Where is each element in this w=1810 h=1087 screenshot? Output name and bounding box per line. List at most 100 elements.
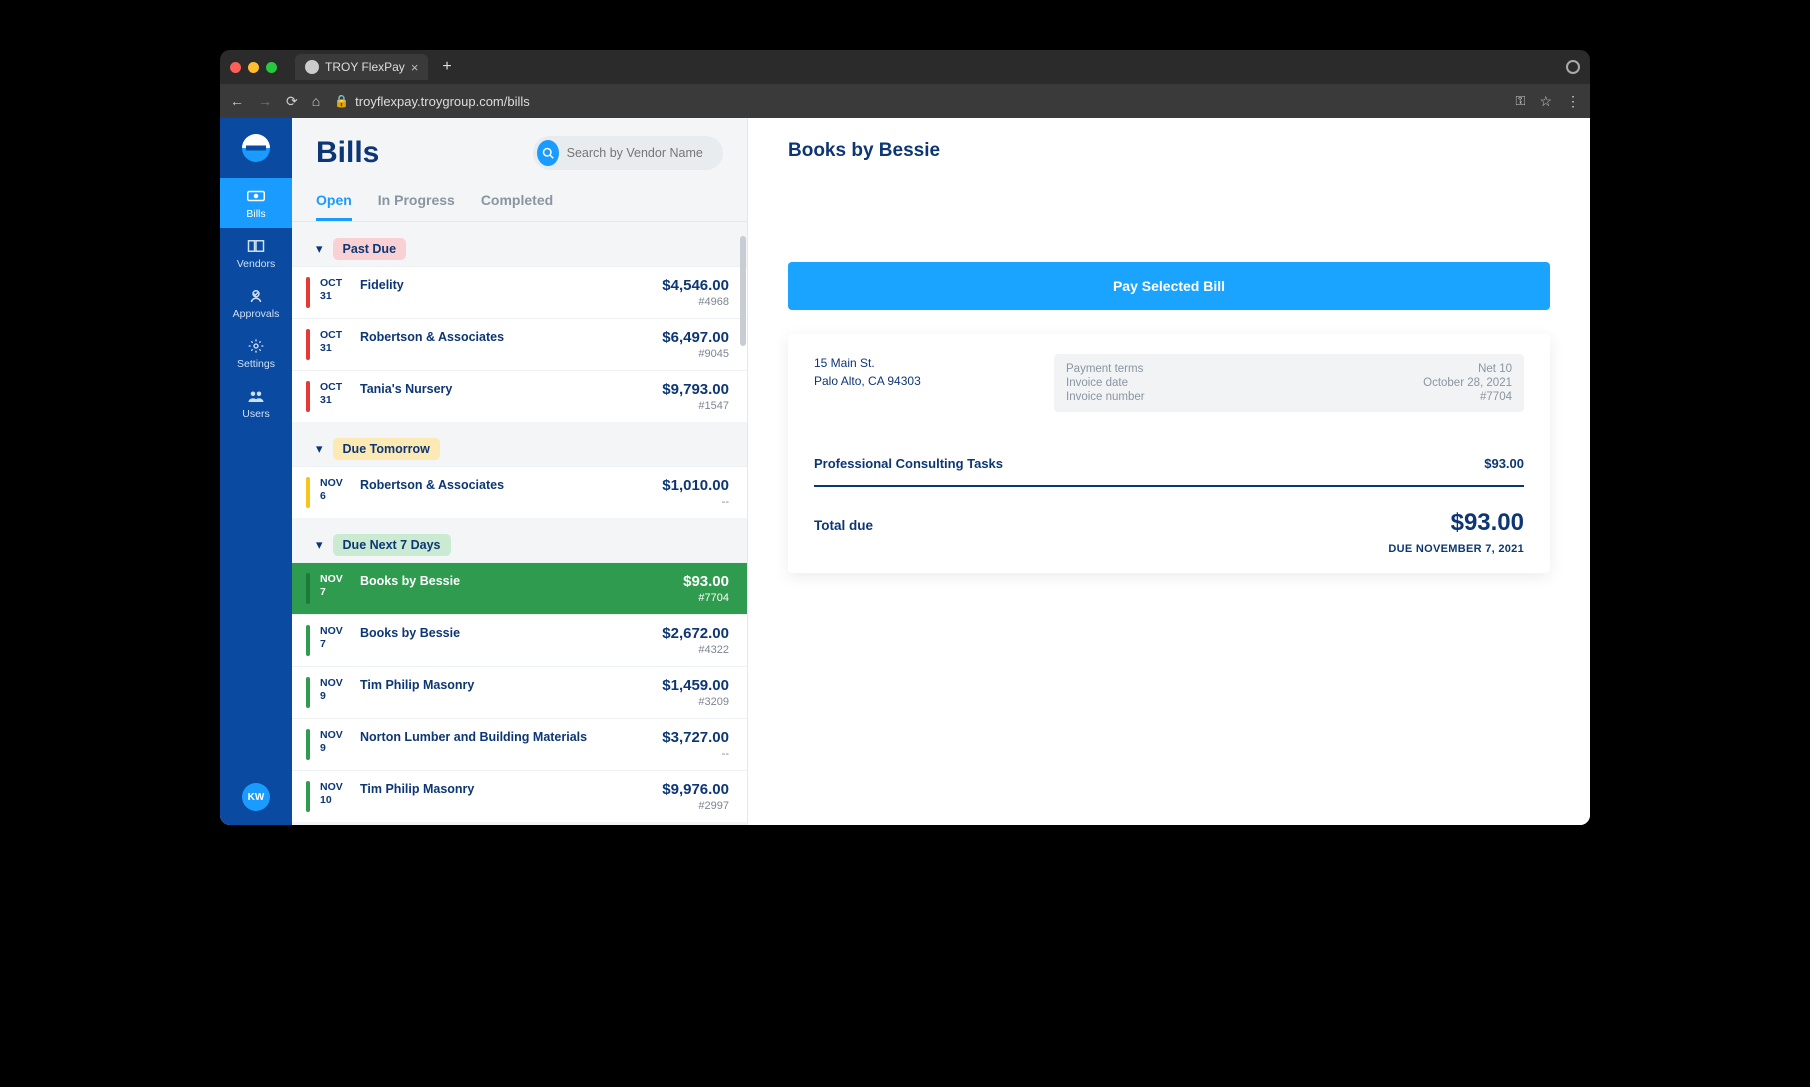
app-sidebar: Bills Vendors Approvals Settings Users K… <box>220 118 292 825</box>
users-icon <box>247 388 265 404</box>
bill-amount: $93.00 <box>683 573 729 590</box>
bill-row[interactable]: NOV7 Books by Bessie $2,672.00#4322 <box>292 614 747 666</box>
line-item-label: Professional Consulting Tasks <box>814 456 1003 471</box>
bill-date: OCT31 <box>320 381 350 412</box>
bill-vendor: Robertson & Associates <box>360 477 652 508</box>
new-tab-button[interactable]: + <box>436 58 457 76</box>
bill-number: -- <box>662 496 729 508</box>
bill-row[interactable]: OCT31 Fidelity $4,546.00#4968 <box>292 266 747 318</box>
invoice-card: 15 Main St. Palo Alto, CA 94303 Payment … <box>788 334 1550 573</box>
bill-number: #9045 <box>662 348 729 360</box>
pay-selected-bill-button[interactable]: Pay Selected Bill <box>788 262 1550 310</box>
chevron-down-icon: ▾ <box>316 241 323 257</box>
bill-row[interactable]: NOV9 Norton Lumber and Building Material… <box>292 718 747 770</box>
reload-icon[interactable]: ⟳ <box>286 93 298 110</box>
group-header[interactable]: ▾Due Next 7 Days <box>292 518 747 562</box>
bill-date: OCT31 <box>320 277 350 308</box>
lock-icon: 🔒 <box>334 94 349 108</box>
bill-row[interactable]: NOV7 Books by Bessie $93.00 #7704 <box>292 562 747 614</box>
bill-date: NOV9 <box>320 729 350 760</box>
sidebar-item-settings[interactable]: Settings <box>220 328 292 378</box>
status-bar <box>306 573 310 604</box>
invoice-number-label: Invoice number <box>1066 391 1145 403</box>
bill-number: #4322 <box>662 644 729 656</box>
bills-icon <box>247 188 265 204</box>
bill-amount: $1,010.00 <box>662 477 729 494</box>
sidebar-item-bills[interactable]: Bills <box>220 178 292 228</box>
bill-amount: $9,793.00 <box>662 381 729 398</box>
back-icon[interactable]: ← <box>230 93 244 109</box>
favicon-icon <box>305 60 319 74</box>
user-avatar[interactable]: KW <box>242 783 270 811</box>
bill-vendor: Tim Philip Masonry <box>360 677 652 708</box>
home-icon[interactable]: ⌂ <box>312 93 320 109</box>
url-text[interactable]: troyflexpay.troygroup.com/bills <box>355 94 530 109</box>
bill-date: NOV7 <box>320 573 350 604</box>
browser-tab[interactable]: TROY FlexPay × <box>295 54 428 80</box>
sidebar-label: Approvals <box>220 308 292 320</box>
tab-open[interactable]: Open <box>316 192 352 221</box>
group-header[interactable]: ▾Past Due <box>292 222 747 266</box>
bill-number: #3209 <box>662 696 729 708</box>
bill-vendor: Norton Lumber and Building Materials <box>360 729 652 760</box>
bill-number: #7704 <box>683 592 729 604</box>
bill-row[interactable]: NOV6 Robertson & Associates $1,010.00 -- <box>292 466 747 518</box>
bill-number: #4968 <box>662 296 729 308</box>
window-minimize-icon[interactable] <box>248 62 259 73</box>
key-icon[interactable]: ⚿ <box>1516 93 1526 109</box>
group-header[interactable]: ▾ Due Tomorrow <box>292 422 747 466</box>
bill-row[interactable]: OCT31 Robertson & Associates $6,497.00#9… <box>292 318 747 370</box>
bill-date: NOV9 <box>320 677 350 708</box>
sidebar-label: Settings <box>220 358 292 370</box>
forward-icon[interactable]: → <box>258 93 272 109</box>
bill-number: #1547 <box>662 400 729 412</box>
bill-vendor: Books by Bessie <box>360 573 673 604</box>
search-icon <box>537 140 559 166</box>
line-item-row: Professional Consulting Tasks $93.00 <box>814 456 1524 479</box>
window-close-icon[interactable] <box>230 62 241 73</box>
bill-amount: $4,546.00 <box>662 277 729 294</box>
tab-title: TROY FlexPay <box>325 60 405 74</box>
total-due-amount: $93.00 <box>1451 509 1524 537</box>
bills-tabs: Open In Progress Completed <box>292 170 747 222</box>
gear-icon <box>247 338 265 354</box>
group-badge: Due Next 7 Days <box>333 534 451 556</box>
bill-amount: $3,727.00 <box>662 729 729 746</box>
star-icon[interactable]: ☆ <box>1539 93 1552 110</box>
status-bar <box>306 781 310 812</box>
bills-list[interactable]: ▾Past Due OCT31 Fidelity $4,546.00#4968 … <box>292 222 747 825</box>
line-item-amount: $93.00 <box>1484 456 1524 471</box>
sidebar-item-vendors[interactable]: Vendors <box>220 228 292 278</box>
detail-vendor-name: Books by Bessie <box>788 140 1550 162</box>
app-logo[interactable] <box>220 118 292 178</box>
scrollbar[interactable] <box>740 236 746 346</box>
bill-vendor: Tania's Nursery <box>360 381 652 412</box>
browser-menu-icon[interactable]: ⋮ <box>1566 93 1580 110</box>
browser-address-bar: ← → ⟳ ⌂ 🔒 troyflexpay.troygroup.com/bill… <box>220 84 1590 118</box>
tab-close-icon[interactable]: × <box>411 60 419 75</box>
search-input[interactable] <box>567 146 713 160</box>
divider <box>814 485 1524 487</box>
bill-date: NOV6 <box>320 477 350 508</box>
group-badge: Due Tomorrow <box>333 438 440 460</box>
bill-number: #2997 <box>662 800 729 812</box>
status-bar <box>306 329 310 360</box>
invoice-date-label: Invoice date <box>1066 377 1128 389</box>
tab-completed[interactable]: Completed <box>481 192 553 221</box>
sidebar-item-users[interactable]: Users <box>220 378 292 428</box>
window-maximize-icon[interactable] <box>266 62 277 73</box>
bill-amount: $9,976.00 <box>662 781 729 798</box>
bill-row[interactable]: NOV10 Tim Philip Masonry $9,976.00#2997 <box>292 770 747 822</box>
bill-row[interactable]: NOV9 Tim Philip Masonry $1,459.00#3209 <box>292 666 747 718</box>
search-field[interactable] <box>533 136 723 170</box>
browser-profile-icon[interactable] <box>1566 60 1580 74</box>
vendor-address: 15 Main St. Palo Alto, CA 94303 <box>814 354 1034 412</box>
bill-detail-panel: Books by Bessie Pay Selected Bill 15 Mai… <box>748 118 1590 825</box>
sidebar-label: Users <box>220 408 292 420</box>
address-line2: Palo Alto, CA 94303 <box>814 372 1034 390</box>
bill-row[interactable]: OCT31 Tania's Nursery $9,793.00 #1547 <box>292 370 747 422</box>
chevron-down-icon: ▾ <box>316 441 323 457</box>
sidebar-item-approvals[interactable]: Approvals <box>220 278 292 328</box>
bills-list-panel: Bills Open In Progress Completed ▾Past D… <box>292 118 748 825</box>
tab-in-progress[interactable]: In Progress <box>378 192 455 221</box>
